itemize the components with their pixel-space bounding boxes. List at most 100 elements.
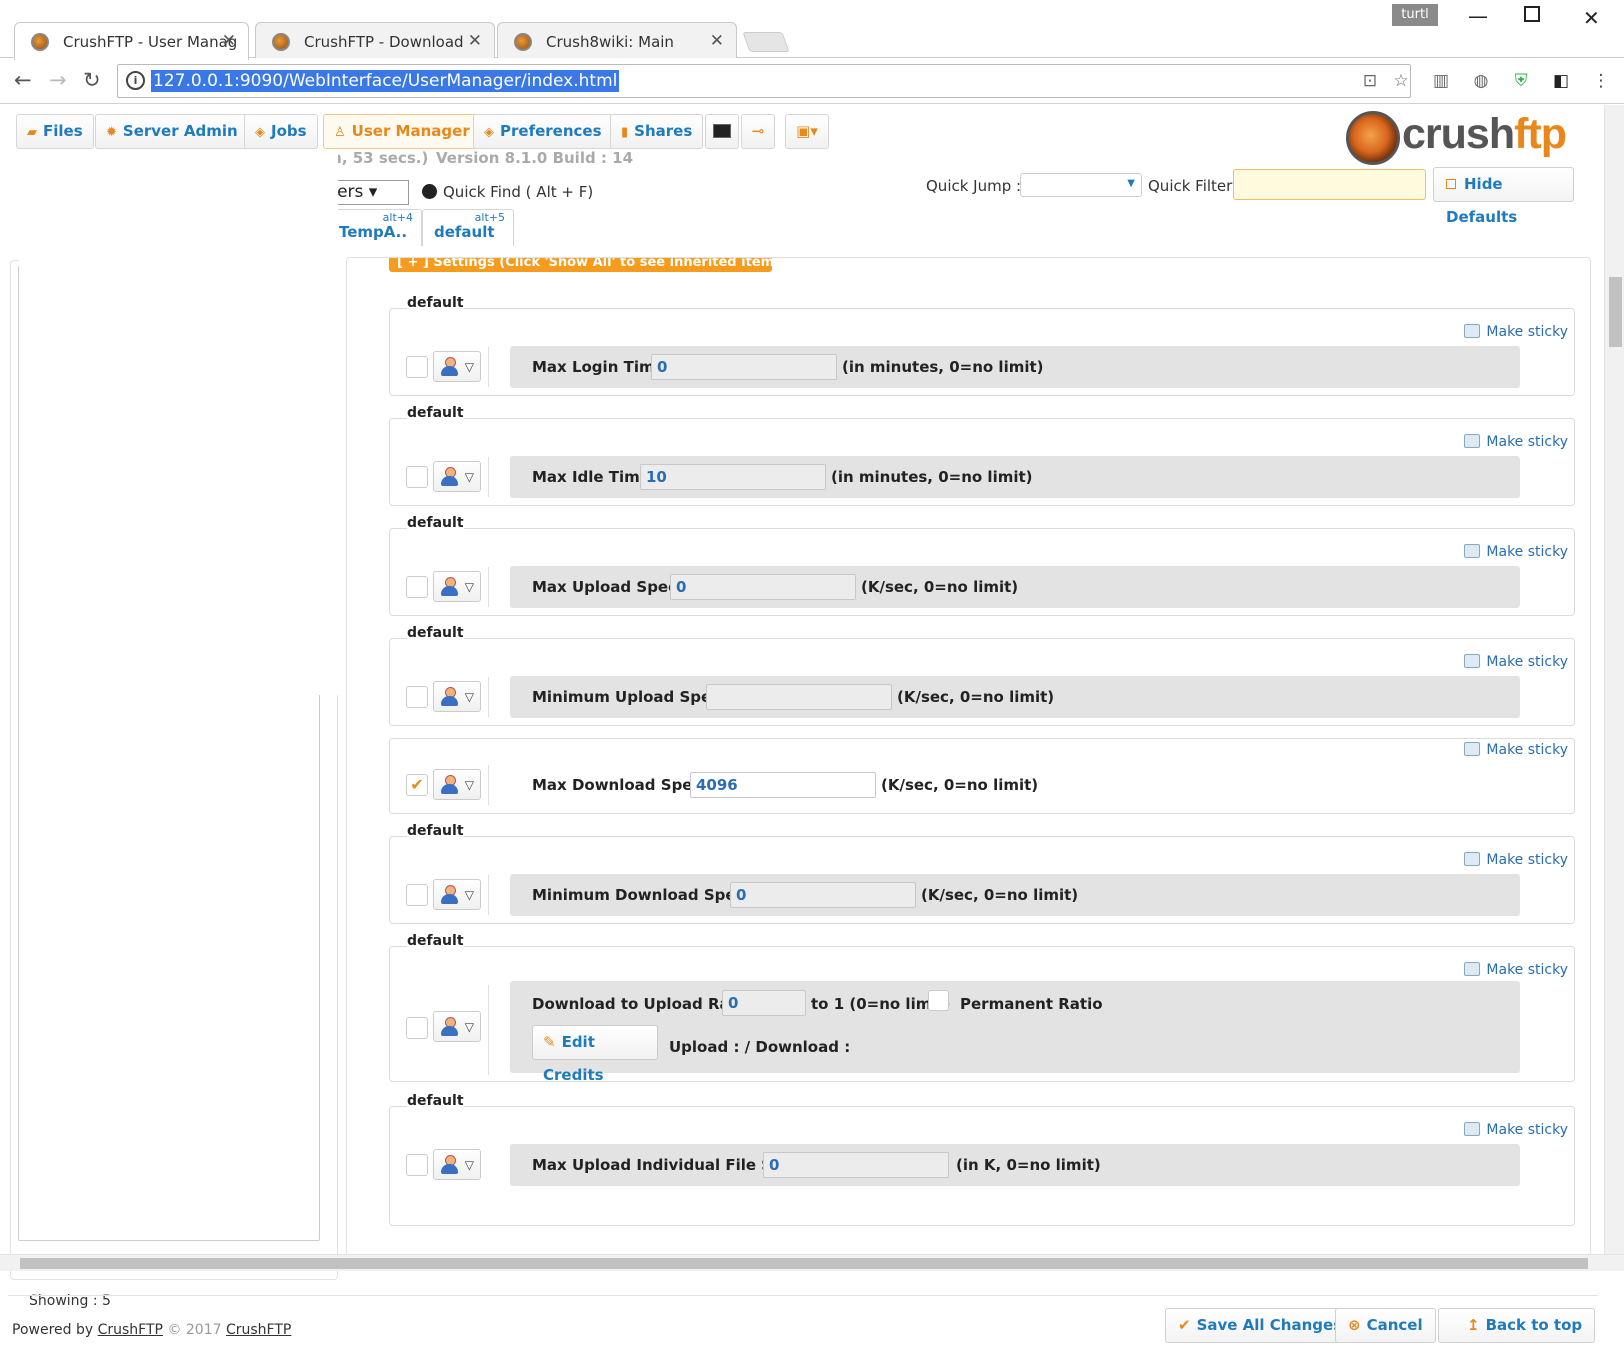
make-sticky-link[interactable]: Make sticky	[1464, 654, 1568, 670]
close-tab-icon[interactable]: ✕	[222, 31, 236, 51]
address-bar[interactable]: i 127.0.0.1:9090/WebInterface/UserManage…	[117, 64, 1411, 98]
override-checkbox[interactable]: ✔	[406, 774, 428, 796]
nav-jobs[interactable]: ◈ Jobs	[244, 114, 318, 149]
setting-group-max-idle-time: default Make sticky ▽ Max Idle Time : 10…	[389, 405, 1575, 506]
nav-files-label: Files	[43, 122, 83, 140]
subtab-default[interactable]: alt+5 default	[422, 209, 514, 246]
hide-defaults-button[interactable]: Hide Defaults	[1433, 167, 1574, 226]
minimize-icon[interactable]: —	[1468, 4, 1488, 28]
extension-box-icon[interactable]: ◧	[1550, 70, 1572, 92]
hide-defaults-label: Hide Defaults	[1446, 175, 1518, 226]
unlock-button[interactable]: ⊸	[741, 114, 775, 149]
divider	[488, 765, 489, 805]
status-line: in, 53 secs.)	[326, 149, 429, 167]
extension-icon[interactable]: ▥	[1430, 70, 1452, 92]
override-checkbox[interactable]	[406, 1017, 428, 1039]
user-inherit-button[interactable]: ▽	[433, 1149, 481, 1180]
make-sticky-link[interactable]: Make sticky	[1464, 434, 1568, 450]
reload-icon[interactable]: ↻	[83, 68, 101, 92]
shield-icon[interactable]: ⛨	[1510, 70, 1532, 92]
make-sticky-link[interactable]: Make sticky	[1464, 962, 1568, 978]
user-inherit-button[interactable]: ▽	[433, 769, 481, 800]
image-menu-button[interactable]: ▣▾	[785, 114, 829, 149]
info-icon[interactable]: i	[126, 71, 145, 90]
user-inherit-button[interactable]: ▽	[433, 879, 481, 910]
override-checkbox[interactable]	[406, 686, 428, 708]
page-content: ▰ Files ✹ Server Admin ◈ Jobs ♙ User Manager…	[0, 105, 1604, 1343]
max-login-time-input[interactable]: 0	[651, 354, 837, 380]
nav-user-manager[interactable]: ♙ User Manager	[323, 114, 481, 149]
cancel-button[interactable]: ⊗ Cancel	[1335, 1308, 1436, 1343]
make-sticky-link[interactable]: Make sticky	[1464, 742, 1568, 758]
back-icon[interactable]: ←	[14, 68, 32, 92]
quick-jump-select[interactable]	[1020, 173, 1142, 197]
divider	[488, 457, 489, 497]
checkmark-icon: ✔	[410, 775, 424, 794]
bookmark-star-icon[interactable]: ☆	[1390, 70, 1412, 92]
max-upload-file-size-input[interactable]: 0	[763, 1152, 949, 1178]
setting-field: Minimum Download Speed : 0 (K/sec, 0=no …	[510, 874, 1520, 916]
terminal-button[interactable]	[705, 114, 739, 149]
translate-icon[interactable]: ⊡	[1359, 70, 1381, 92]
save-all-changes-button[interactable]: ✔ Save All Changes	[1165, 1308, 1356, 1343]
min-upload-speed-input[interactable]	[706, 684, 892, 710]
profile-badge[interactable]: turtl	[1392, 4, 1438, 26]
forward-icon[interactable]: →	[49, 68, 67, 92]
crushftp-link[interactable]: CrushFTP	[98, 1322, 163, 1338]
override-checkbox[interactable]	[406, 1154, 428, 1176]
browser-tab-user-manager[interactable]: CrushFTP - User Manag ✕	[14, 22, 249, 60]
ratio-input[interactable]: 0	[722, 990, 806, 1016]
quick-filter-input[interactable]	[1233, 169, 1426, 200]
max-idle-time-input[interactable]: 10	[640, 464, 826, 490]
horizontal-scrollbar[interactable]	[0, 1254, 1624, 1271]
nav-preferences[interactable]: ◈ Preferences	[473, 114, 613, 149]
horizontal-scroll-thumb[interactable]	[20, 1258, 1588, 1269]
max-download-speed-input[interactable]: 4096	[690, 772, 876, 798]
nav-files[interactable]: ▰ Files	[16, 114, 94, 149]
url-text[interactable]: 127.0.0.1:9090/WebInterface/UserManager/…	[151, 70, 620, 92]
make-sticky-link[interactable]: Make sticky	[1464, 852, 1568, 868]
vertical-scrollbar[interactable]	[1604, 105, 1624, 1254]
menu-icon[interactable]: ⋮	[1590, 70, 1612, 92]
quick-find[interactable]: Quick Find ( Alt + F)	[422, 183, 593, 201]
browser-tab-wiki[interactable]: Crush8wiki: Main ✕	[497, 22, 737, 59]
user-inherit-button[interactable]: ▽	[433, 461, 481, 492]
override-checkbox[interactable]	[406, 884, 428, 906]
make-sticky-link[interactable]: Make sticky	[1464, 1122, 1568, 1138]
maximize-icon[interactable]	[1524, 6, 1540, 22]
nav-server-admin[interactable]: ✹ Server Admin	[95, 114, 249, 149]
edit-credits-button[interactable]: ✎ Edit Credits	[532, 1025, 658, 1084]
close-window-icon[interactable]: ✕	[1583, 6, 1600, 30]
make-sticky-link[interactable]: Make sticky	[1464, 324, 1568, 340]
user-inherit-button[interactable]: ▽	[433, 571, 481, 602]
override-checkbox[interactable]	[406, 466, 428, 488]
user-inherit-button[interactable]: ▽	[433, 681, 481, 712]
close-tab-icon[interactable]: ✕	[468, 31, 482, 51]
override-checkbox[interactable]	[406, 356, 428, 378]
new-tab-button[interactable]	[742, 32, 790, 52]
quick-find-label: Quick Find ( Alt + F)	[443, 183, 594, 201]
back-to-top-button[interactable]: ↥ Back to top	[1438, 1308, 1596, 1343]
make-sticky-link[interactable]: Make sticky	[1464, 544, 1568, 560]
setting-group-max-upload-speed: default Make sticky ▽ Max Upload Speed :…	[389, 515, 1575, 616]
gear-icon: ✹	[106, 125, 117, 140]
browser-tab-download[interactable]: CrushFTP - Download ✕	[255, 22, 495, 59]
user-inherit-button[interactable]: ▽	[433, 1011, 481, 1042]
min-download-speed-input[interactable]: 0	[730, 882, 916, 908]
user-icon: ♙	[334, 125, 346, 140]
globe-icon[interactable]: ◍	[1470, 70, 1492, 92]
copyright-text: © 2017	[167, 1322, 222, 1338]
max-upload-speed-input[interactable]: 0	[670, 574, 856, 600]
subtab-tempa[interactable]: alt+4 TempA..	[330, 209, 422, 246]
settings-banner[interactable]: [ + ] Settings (Click 'Show All' to see …	[389, 258, 772, 272]
permanent-ratio-label: Permanent Ratio	[960, 995, 1103, 1013]
close-tab-icon[interactable]: ✕	[710, 31, 724, 51]
divider	[488, 985, 489, 1075]
vertical-scroll-thumb[interactable]	[1609, 277, 1622, 347]
user-inherit-button[interactable]: ▽	[433, 351, 481, 382]
crushftp-link-2[interactable]: CrushFTP	[226, 1322, 291, 1338]
permanent-ratio-checkbox[interactable]	[928, 990, 949, 1011]
default-label: default	[407, 405, 464, 421]
nav-shares[interactable]: ▮ Shares	[610, 114, 704, 149]
override-checkbox[interactable]	[406, 576, 428, 598]
